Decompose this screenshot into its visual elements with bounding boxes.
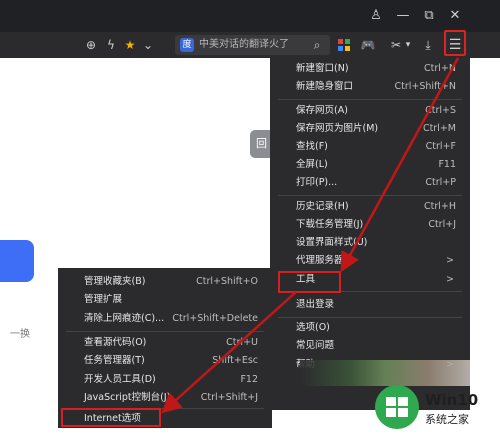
- watermark-title: Win10: [425, 391, 479, 409]
- win10-logo: [375, 385, 419, 429]
- watermark: Win10 系统之家: [375, 383, 500, 435]
- annotation-arrows: [161, 57, 460, 414]
- arrow-to-tools: [340, 57, 460, 273]
- arrow-to-internet-options: [161, 291, 297, 414]
- watermark-subtitle: 系统之家: [425, 413, 469, 426]
